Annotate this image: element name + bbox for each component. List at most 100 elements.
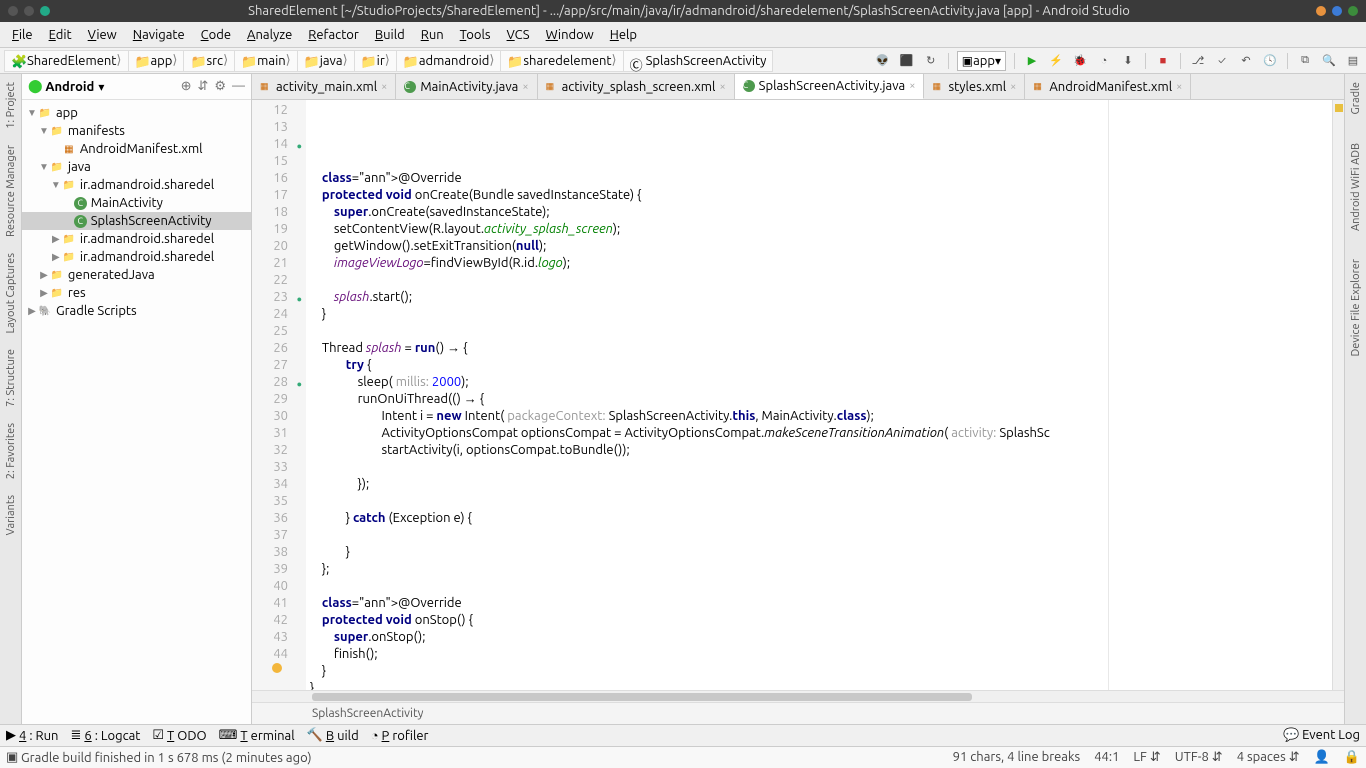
code-line[interactable]: getWindow().setExitTransition(null); [306,238,1332,255]
code-line[interactable] [306,527,1332,544]
menu-view[interactable]: View [80,25,125,45]
inspection-icon[interactable]: 👤 [1314,750,1330,765]
tree-row[interactable]: ▼📁java [22,158,251,176]
breadcrumb-item[interactable]: 📁admandroid ⟩ [396,50,502,72]
breadcrumb-item[interactable]: 📁ir ⟩ [354,50,397,72]
editor-tab[interactable]: CMainActivity.java× [396,74,537,99]
code-line[interactable]: }); [306,476,1332,493]
bottom-tool-button[interactable]: ☑ TODO [152,728,206,743]
code-line[interactable]: class="ann">@Override [306,595,1332,612]
code-line[interactable]: setContentView(R.layout.activity_splash_… [306,221,1332,238]
code-area[interactable]: class="ann">@Override protected void onC… [306,100,1332,690]
target-icon[interactable]: ⊕ [181,79,192,94]
run-icon[interactable]: ▶ [1023,52,1041,70]
code-line[interactable]: try { [306,357,1332,374]
tree-row[interactable]: ▦AndroidManifest.xml [22,140,251,158]
breadcrumb[interactable]: 🧩SharedElement ⟩📁app ⟩📁src ⟩📁main ⟩📁java… [4,50,772,72]
close-tab-icon[interactable]: × [719,81,725,93]
git-icon[interactable]: ⎇ [1189,52,1207,70]
hide-icon[interactable]: — [232,79,245,94]
code-line[interactable]: }; [306,561,1332,578]
code-line[interactable]: } [306,306,1332,323]
profile-icon[interactable]: ◔ [1095,52,1113,70]
code-line[interactable]: splash.start(); [306,289,1332,306]
close-tab-icon[interactable]: × [1010,81,1016,93]
tree-row[interactable]: CSplashScreenActivity [22,212,251,230]
status-position[interactable]: 44:1 [1094,750,1119,765]
code-line[interactable]: class="ann">@Override [306,170,1332,187]
close-tab-icon[interactable]: × [1176,81,1182,93]
code-line[interactable] [306,578,1332,595]
menu-window[interactable]: Window [538,25,602,45]
settings-icon[interactable]: ▤ [1344,52,1362,70]
tree-row[interactable]: ▼📁manifests [22,122,251,140]
scrollbar-thumb[interactable] [312,693,972,701]
update-icon[interactable]: ↶ [1237,52,1255,70]
expand-icon[interactable]: ⇵ [197,79,208,94]
code-line[interactable]: } [306,544,1332,561]
window-close[interactable] [1316,6,1326,16]
tree-row[interactable]: ▶📁ir.admandroid.sharedel [22,248,251,266]
editor[interactable]: 121314●151617181920212223●2425262728●293… [252,100,1344,690]
tool-window-button[interactable]: 7: Structure [5,345,17,411]
breadcrumb-item[interactable]: ⒸSplashScreenActivity [623,50,774,72]
breadcrumb-item[interactable]: 📁app ⟩ [128,50,185,72]
error-stripe[interactable] [1332,100,1344,690]
close-tab-icon[interactable]: × [522,81,528,93]
layout-icon[interactable]: ⧉ [1296,52,1314,70]
breadcrumb-item[interactable]: 📁src ⟩ [183,50,235,72]
tree-row[interactable]: ▶📁res [22,284,251,302]
gutter-warning-icon[interactable] [272,663,282,673]
menu-edit[interactable]: Edit [41,25,80,45]
menu-analyze[interactable]: Analyze [239,25,300,45]
code-line[interactable]: sleep( millis: 2000); [306,374,1332,391]
code-line[interactable]: protected void onStop() { [306,612,1332,629]
menu-run[interactable]: Run [413,25,452,45]
tool-window-button[interactable]: Gradle [1350,78,1362,119]
code-line[interactable]: Thread splash = run() → { [306,340,1332,357]
menu-tools[interactable]: Tools [452,25,499,45]
code-line[interactable] [306,493,1332,510]
breadcrumb-item[interactable]: 🧩SharedElement ⟩ [4,50,129,72]
bottom-tool-button[interactable]: ▶ 4: Run [6,728,58,743]
project-tree[interactable]: ▼📁app ▼📁manifests ▦AndroidManifest.xml ▼… [22,100,251,724]
tool-window-button[interactable]: 1: Project [5,78,17,133]
status-line-ending[interactable]: LF [1133,750,1146,764]
history-icon[interactable]: 🕓 [1261,52,1279,70]
code-line[interactable]: protected void onCreate(Bundle savedInst… [306,187,1332,204]
avd-icon[interactable]: 👽 [874,52,892,70]
code-line[interactable]: ActivityOptionsCompat optionsCompat = Ac… [306,425,1332,442]
tool-window-button[interactable]: Variants [5,491,17,539]
code-line[interactable]: finish(); [306,646,1332,663]
tool-window-button[interactable]: 2: Favorites [5,419,17,483]
breadcrumb-item[interactable]: 📁main ⟩ [234,50,298,72]
bottom-tool-button[interactable]: ◔ Profiler [371,728,429,743]
tree-row[interactable]: ▼📁ir.admandroid.sharedel [22,176,251,194]
code-line[interactable]: super.onCreate(savedInstanceState); [306,204,1332,221]
code-line[interactable] [306,323,1332,340]
editor-tab[interactable]: ▦AndroidManifest.xml× [1025,74,1191,99]
window-button[interactable] [40,6,50,16]
menu-code[interactable]: Code [193,25,239,45]
window-min[interactable] [1332,6,1342,16]
project-view-combo[interactable]: Android [45,80,94,94]
menu-build[interactable]: Build [367,25,413,45]
run-config-combo[interactable]: ▣ app ▾ [957,51,1006,71]
close-tab-icon[interactable]: × [381,81,387,93]
bottom-tool-button[interactable]: ≣ 6: Logcat [70,728,140,743]
code-line[interactable]: Intent i = new Intent( packageContext: S… [306,408,1332,425]
debug-icon[interactable]: 🐞 [1071,52,1089,70]
window-max[interactable] [1348,6,1358,16]
toggle-tools-icon[interactable]: ▣ [6,750,18,765]
tool-window-button[interactable]: Layout Captures [5,249,17,338]
sync-icon[interactable]: ↻ [922,52,940,70]
tree-row[interactable]: ▶📁ir.admandroid.sharedel [22,230,251,248]
code-line[interactable]: imageViewLogo=findViewById(R.id.logo); [306,255,1332,272]
tree-row[interactable]: CMainActivity [22,194,251,212]
code-line[interactable] [306,459,1332,476]
tool-window-button[interactable]: Resource Manager [5,141,17,241]
editor-breadcrumb[interactable]: SplashScreenActivity [252,702,1344,724]
event-log-button[interactable]: 💬 Event Log [1283,728,1360,743]
editor-tab[interactable]: ▦styles.xml× [924,74,1025,99]
tree-row[interactable]: ▼📁app [22,104,251,122]
